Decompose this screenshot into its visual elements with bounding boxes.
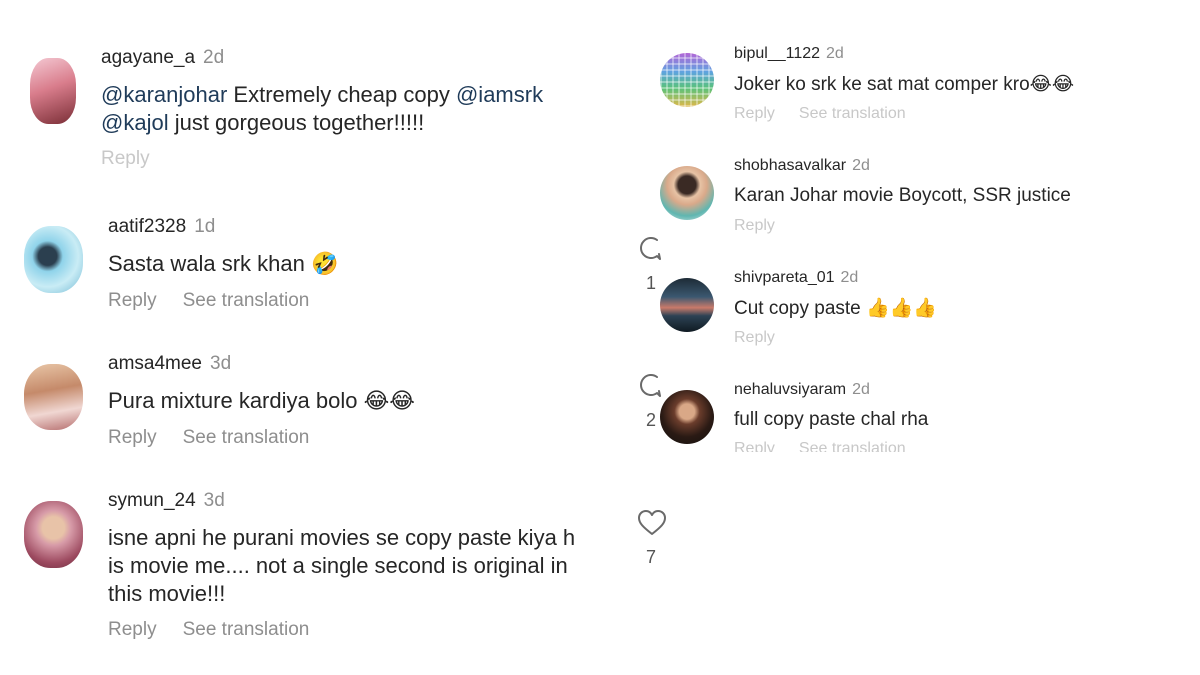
comment-text: Cut copy paste 👍👍👍 bbox=[734, 297, 938, 319]
comment-time: 1d bbox=[194, 216, 216, 237]
comment-time: 2d bbox=[840, 269, 859, 286]
username-label[interactable]: shivpareta_01 bbox=[734, 269, 835, 286]
comment-username[interactable]: shobhasavalkar 2d bbox=[734, 157, 870, 175]
comment-text: Pura mixture kardiya bolo 😂😂 bbox=[108, 388, 415, 414]
comment-username[interactable]: aatif2328 1d bbox=[108, 216, 215, 238]
comment-actions: Reply bbox=[734, 329, 775, 347]
comment-time: 2d bbox=[852, 381, 870, 398]
laughing-emoji: 😂😂 bbox=[363, 389, 415, 414]
reply-bubble-icon[interactable] bbox=[637, 235, 663, 261]
comment-text: Joker ko srk ke sat mat comper kro😂😂 bbox=[734, 73, 1075, 95]
comment-username[interactable]: amsa4mee 3d bbox=[108, 353, 231, 375]
username-label[interactable]: nehaluvsiyaram bbox=[734, 381, 846, 398]
like-count: 7 bbox=[646, 547, 657, 567]
reply-button[interactable]: Reply bbox=[734, 329, 775, 347]
see-translation-link[interactable]: See translation bbox=[183, 290, 310, 312]
comment-time: 3d bbox=[210, 353, 232, 374]
reply-count: 2 bbox=[646, 410, 657, 430]
username-label[interactable]: shobhasavalkar bbox=[734, 157, 846, 174]
comment-actions: Reply See translation bbox=[108, 427, 309, 449]
mention-link[interactable]: @karanjohar bbox=[101, 82, 227, 107]
comment-time: 2d bbox=[826, 45, 844, 62]
comment-actions: Reply bbox=[734, 217, 775, 235]
thumbs-up-emoji: 👍👍👍 bbox=[866, 297, 938, 319]
comment-time: 3d bbox=[203, 490, 225, 511]
comment-username[interactable]: agayane_a 2d bbox=[101, 47, 224, 69]
mention-link[interactable]: @iamsrk bbox=[456, 82, 543, 107]
comment-actions: Reply bbox=[101, 148, 150, 170]
comment-text: @karanjohar Extremely cheap copy @iamsrk… bbox=[101, 82, 544, 135]
see-translation-link[interactable]: See translation bbox=[799, 440, 906, 452]
comment-time: 2d bbox=[852, 157, 870, 174]
comment-username[interactable]: bipul__1122 2d bbox=[734, 45, 844, 63]
comment-actions: Reply See translation bbox=[734, 105, 906, 123]
laughing-emoji: 😂😂 bbox=[1029, 73, 1075, 95]
comment-username[interactable]: shivpareta_01 2d bbox=[734, 269, 858, 287]
heart-icon[interactable] bbox=[637, 509, 667, 537]
comment-text: Sasta wala srk khan 🤣 bbox=[108, 251, 339, 277]
avatar-nehaluvsiyaram[interactable] bbox=[660, 390, 714, 444]
username-label[interactable]: symun_24 bbox=[108, 490, 196, 511]
see-translation-link[interactable]: See translation bbox=[183, 619, 310, 641]
rofl-emoji: 🤣 bbox=[311, 252, 339, 277]
comment-username[interactable]: nehaluvsiyaram 2d bbox=[734, 381, 870, 399]
avatar-bipul-1122[interactable] bbox=[660, 53, 714, 107]
reply-button[interactable]: Reply bbox=[734, 105, 775, 123]
avatar-shivpareta-01[interactable] bbox=[660, 278, 714, 332]
comment-actions: Reply See translation bbox=[108, 290, 309, 312]
username-label[interactable]: aatif2328 bbox=[108, 216, 186, 237]
reply-button[interactable]: Reply bbox=[734, 440, 775, 452]
reply-button[interactable]: Reply bbox=[108, 290, 157, 312]
see-translation-link[interactable]: See translation bbox=[183, 427, 310, 449]
comment-text: isne apni he purani movies se copy paste… bbox=[108, 525, 576, 606]
see-translation-link[interactable]: See translation bbox=[799, 105, 906, 123]
mention-link[interactable]: @kajol bbox=[101, 110, 169, 135]
reply-button[interactable]: Reply bbox=[108, 619, 157, 641]
username-label[interactable]: amsa4mee bbox=[108, 353, 202, 374]
comment-text: full copy paste chal rha bbox=[734, 409, 929, 430]
comment-actions: Reply See translation bbox=[734, 440, 906, 452]
reply-bubble-icon[interactable] bbox=[637, 372, 663, 398]
avatar-symun-24[interactable] bbox=[24, 501, 83, 568]
avatar-aatif2328[interactable] bbox=[24, 226, 83, 293]
clipped-actions-row: Reply See translation bbox=[734, 440, 994, 452]
comment-actions: Reply See translation bbox=[108, 619, 309, 641]
username-label[interactable]: agayane_a bbox=[101, 47, 195, 68]
reply-button[interactable]: Reply bbox=[101, 148, 150, 170]
reply-count: 1 bbox=[646, 273, 657, 293]
avatar-shobhasavalkar[interactable] bbox=[660, 166, 714, 220]
reply-button[interactable]: Reply bbox=[108, 427, 157, 449]
avatar-agayane-a[interactable] bbox=[30, 58, 76, 124]
reply-button[interactable]: Reply bbox=[734, 217, 775, 235]
comment-text: Karan Johar movie Boycott, SSR justice bbox=[734, 185, 1071, 206]
avatar-amsa4mee[interactable] bbox=[24, 364, 83, 430]
comment-username[interactable]: symun_24 3d bbox=[108, 490, 225, 512]
comment-time: 2d bbox=[203, 47, 225, 68]
username-label[interactable]: bipul__1122 bbox=[734, 45, 820, 62]
